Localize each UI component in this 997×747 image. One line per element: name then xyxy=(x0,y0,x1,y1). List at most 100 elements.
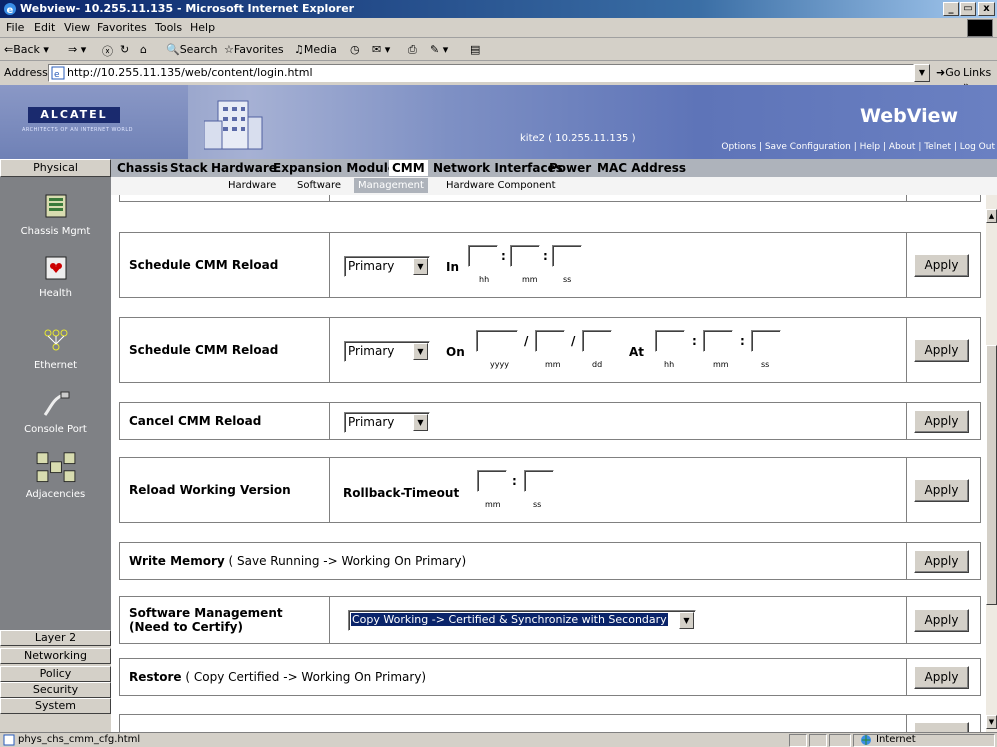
apply-button[interactable]: Apply xyxy=(914,609,969,632)
sidebar-item-console-port[interactable]: Console Port xyxy=(0,389,111,435)
print-icon[interactable]: ⎙ xyxy=(408,43,417,57)
favorites-button[interactable]: ☆Favorites xyxy=(224,43,284,56)
minimize-button[interactable]: _ xyxy=(943,2,959,16)
discuss-icon[interactable]: ▤ xyxy=(470,43,480,56)
subnav-hardware-component[interactable]: Hardware Component xyxy=(446,180,556,191)
ss-hint: ss xyxy=(533,500,542,509)
apply-button[interactable]: Apply xyxy=(914,666,969,689)
category-networking-tab[interactable]: Networking xyxy=(0,648,111,664)
window-title: Webview- 10.255.11.135 - Microsoft Inter… xyxy=(20,2,355,15)
ss-input[interactable] xyxy=(751,330,781,352)
address-dropdown-button[interactable]: ▼ xyxy=(914,64,930,82)
home-icon[interactable]: ⌂ xyxy=(140,43,147,56)
nav-mac-address[interactable]: MAC Address xyxy=(597,161,686,175)
hh-input[interactable] xyxy=(655,330,685,352)
mm-input[interactable] xyxy=(703,330,733,352)
apply-button[interactable]: Apply xyxy=(914,479,969,502)
history-icon[interactable]: ◷ xyxy=(350,43,360,56)
mm-hint: mm xyxy=(522,275,538,284)
mail-icon[interactable]: ✉ ▾ xyxy=(372,43,390,56)
menu-tools[interactable]: Tools xyxy=(155,21,182,34)
nav-power[interactable]: Power xyxy=(549,161,591,175)
search-button[interactable]: 🔍Search xyxy=(166,43,218,56)
webview-header: ALCATEL ARCHITECTS OF AN INTERNET WORLD … xyxy=(0,85,997,159)
restore-row: Restore ( Copy Certified -> Working On P… xyxy=(119,658,981,696)
refresh-icon[interactable]: ↻ xyxy=(120,43,129,56)
go-button[interactable]: ➜Go xyxy=(936,66,960,79)
nav-stack[interactable]: Stack xyxy=(170,161,208,175)
cmm-select[interactable]: Primary ▼ xyxy=(344,341,430,362)
in-label: In xyxy=(446,260,460,274)
category-physical[interactable]: Physical xyxy=(0,159,111,177)
media-button[interactable]: ♫Media xyxy=(294,43,337,56)
nav-network-interfaces[interactable]: Network Interfaces xyxy=(433,161,563,175)
software-action-select[interactable]: Copy Working -> Certified & Synchronize … xyxy=(348,610,696,631)
ss-input[interactable] xyxy=(552,245,582,267)
health-icon xyxy=(45,256,66,280)
apply-button[interactable]: Apply xyxy=(914,254,969,277)
sidebar-item-label: Health xyxy=(39,288,72,299)
vertical-scrollbar[interactable]: ▲ ▼ xyxy=(986,195,997,732)
year-input[interactable] xyxy=(476,330,518,352)
close-button[interactable]: x xyxy=(978,2,995,16)
stop-icon[interactable]: ⓧ xyxy=(102,43,113,59)
menu-favorites[interactable]: Favorites xyxy=(97,21,147,34)
row-label: Schedule CMM Reload xyxy=(120,233,330,297)
apply-button-partial[interactable] xyxy=(914,722,969,732)
day-input[interactable] xyxy=(582,330,612,352)
hh-input[interactable] xyxy=(468,245,498,267)
nav-cmm[interactable]: CMM xyxy=(389,160,428,176)
colon-separator: : xyxy=(512,474,517,488)
schedule-reload-in-row: Schedule CMM Reload Primary ▼ In : : hh m… xyxy=(119,232,981,298)
menu-help[interactable]: Help xyxy=(190,21,215,34)
subnav-software[interactable]: Software xyxy=(297,180,341,191)
sidebar-item-adjacencies[interactable]: Adjacencies xyxy=(0,451,111,500)
apply-button[interactable]: Apply xyxy=(914,550,969,573)
scroll-down-icon[interactable]: ▼ xyxy=(986,715,997,729)
category-layer2-tab[interactable]: Layer 2 xyxy=(0,630,111,646)
category-policy-tab[interactable]: Policy xyxy=(0,666,111,682)
subnav-hardware[interactable]: Hardware xyxy=(228,180,276,191)
back-button[interactable]: ⇐Back ▾ xyxy=(4,43,49,56)
category-security-tab[interactable]: Security xyxy=(0,682,111,698)
nav-chassis[interactable]: Chassis xyxy=(117,161,168,175)
scroll-up-icon[interactable]: ▲ xyxy=(986,209,997,223)
cmm-select[interactable]: Primary ▼ xyxy=(344,412,430,433)
subnav-management[interactable]: Management xyxy=(354,178,428,193)
scroll-thumb[interactable] xyxy=(986,345,997,605)
mm-input[interactable] xyxy=(510,245,540,267)
sidebar-item-health[interactable]: Health xyxy=(0,253,111,299)
status-pane xyxy=(809,734,827,747)
sidebar-item-label: Chassis Mgmt xyxy=(20,226,91,237)
alcatel-logo: ALCATEL xyxy=(28,107,120,123)
host-name: kite2 ( 10.255.11.135 ) xyxy=(520,133,636,144)
slash-separator: / xyxy=(571,334,576,348)
colon-separator: : xyxy=(501,249,506,263)
sidebar-item-ethernet[interactable]: Ethernet xyxy=(0,325,111,371)
apply-button[interactable]: Apply xyxy=(914,410,969,433)
category-system-tab[interactable]: System xyxy=(0,698,111,714)
apply-button[interactable]: Apply xyxy=(914,339,969,362)
nav-hardware[interactable]: Hardware xyxy=(211,161,277,175)
nav-expansion-modules[interactable]: Expansion Modules xyxy=(273,161,403,175)
menu-edit[interactable]: Edit xyxy=(34,21,55,34)
ss-input[interactable] xyxy=(524,470,554,492)
mm-input[interactable] xyxy=(477,470,507,492)
cmm-select[interactable]: Primary ▼ xyxy=(344,256,430,277)
chevron-down-icon: ▼ xyxy=(413,343,428,360)
slash-separator: / xyxy=(524,334,529,348)
sidebar-item-chassis-mgmt[interactable]: Chassis Mgmt xyxy=(0,191,111,237)
menu-file[interactable]: File xyxy=(6,21,24,34)
forward-button[interactable]: ⇒ ▾ xyxy=(68,43,86,56)
menu-view[interactable]: View xyxy=(64,21,90,34)
month-input[interactable] xyxy=(535,330,565,352)
restore-desc: ( Copy Certified -> Working On Primary) xyxy=(181,670,427,684)
edit-icon[interactable]: ✎ ▾ xyxy=(430,43,448,56)
schedule-reload-on-row: Schedule CMM Reload Primary ▼ On / / At :… xyxy=(119,317,981,383)
address-input[interactable]: e http://10.255.11.135/web/content/login… xyxy=(48,64,914,82)
chevron-down-icon: ▼ xyxy=(413,414,428,431)
header-links[interactable]: Options | Save Configuration | Help | Ab… xyxy=(721,142,995,152)
restore-button[interactable]: ▭ xyxy=(960,2,976,16)
adjacencies-icon xyxy=(36,452,75,483)
row-ctrl-cell xyxy=(330,195,907,201)
